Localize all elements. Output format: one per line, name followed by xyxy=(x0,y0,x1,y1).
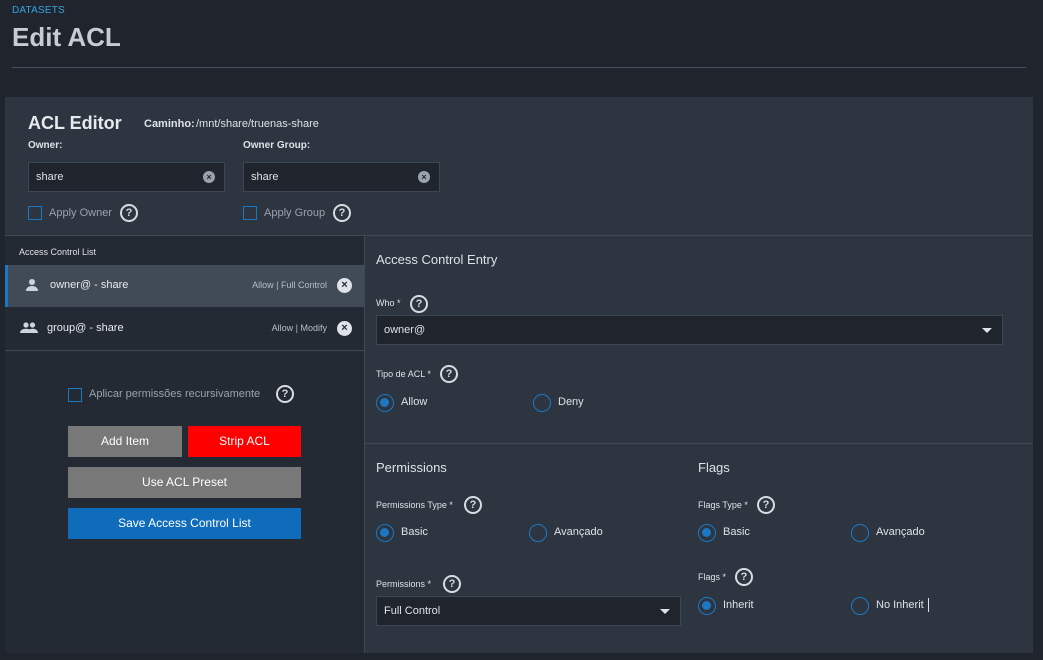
chevron-down-icon xyxy=(660,609,670,614)
permissions-type-advanced-label[interactable]: Avançado xyxy=(554,526,603,538)
owner-label: Owner: xyxy=(28,140,63,151)
permissions-type-help-icon[interactable]: ? xyxy=(464,496,482,514)
ace-title: Access Control Entry xyxy=(376,252,498,267)
acl-type-allow-radio[interactable] xyxy=(376,394,394,412)
person-icon xyxy=(25,278,39,295)
apply-group-help-icon[interactable]: ? xyxy=(333,204,351,222)
flags-inherit-radio[interactable] xyxy=(698,597,716,615)
chevron-down-icon xyxy=(982,328,992,333)
text-cursor xyxy=(928,598,929,612)
add-item-button[interactable]: Add Item xyxy=(68,426,182,457)
path-value: /mnt/share/truenas-share xyxy=(196,118,319,130)
who-label: Who * xyxy=(376,298,401,308)
acl-item-detail: Allow | Modify xyxy=(271,323,327,333)
apply-owner-checkbox[interactable] xyxy=(28,206,42,220)
acl-item-detail: Allow | Full Control xyxy=(252,280,327,290)
acl-type-help-icon[interactable]: ? xyxy=(440,365,458,383)
save-acl-button[interactable]: Save Access Control List xyxy=(68,508,301,539)
acl-type-allow-label[interactable]: Allow xyxy=(401,396,427,408)
strip-acl-button[interactable]: Strip ACL xyxy=(188,426,301,457)
acl-item-name: group@ - share xyxy=(47,322,124,334)
title-divider xyxy=(12,67,1026,68)
owner-group-label: Owner Group: xyxy=(243,140,311,151)
permissions-type-label: Permissions Type * xyxy=(376,500,453,510)
remove-item-icon[interactable]: × xyxy=(337,321,352,336)
recursive-help-icon[interactable]: ? xyxy=(276,385,294,403)
use-acl-preset-button[interactable]: Use ACL Preset xyxy=(68,467,301,498)
owner-group-input[interactable]: share × xyxy=(243,162,440,192)
path-label: Caminho: xyxy=(144,118,195,130)
permissions-type-basic-radio[interactable] xyxy=(376,524,394,542)
group-icon xyxy=(20,321,38,338)
acl-editor-title: ACL Editor xyxy=(28,113,122,133)
clear-owner-icon[interactable]: × xyxy=(203,171,215,183)
permissions-type-advanced-radio[interactable] xyxy=(529,524,547,542)
who-value: owner@ xyxy=(384,324,426,336)
apply-owner-label[interactable]: Apply Owner xyxy=(49,207,112,219)
acl-list-item-group[interactable]: group@ - share Allow | Modify × xyxy=(5,308,364,350)
permissions-help-icon[interactable]: ? xyxy=(443,575,461,593)
flags-title: Flags xyxy=(698,460,730,475)
flags-type-advanced-radio[interactable] xyxy=(851,524,869,542)
apply-owner-help-icon[interactable]: ? xyxy=(120,204,138,222)
apply-group-label[interactable]: Apply Group xyxy=(264,207,325,219)
flags-type-basic-radio[interactable] xyxy=(698,524,716,542)
apply-group-checkbox[interactable] xyxy=(243,206,257,220)
flags-type-advanced-label[interactable]: Avançado xyxy=(876,526,925,538)
permissions-value: Full Control xyxy=(384,605,441,617)
clear-owner-group-icon[interactable]: × xyxy=(418,171,430,183)
acl-list-title: Access Control List xyxy=(19,247,97,257)
acl-type-label: Tipo de ACL * xyxy=(376,369,431,379)
owner-value: share xyxy=(36,171,64,183)
who-select[interactable]: owner@ xyxy=(376,315,1003,345)
acl-type-deny-label[interactable]: Deny xyxy=(558,396,584,408)
acl-type-deny-radio[interactable] xyxy=(533,394,551,412)
page-title: Edit ACL xyxy=(12,22,121,52)
flags-type-label: Flags Type * xyxy=(698,500,748,510)
permissions-title: Permissions xyxy=(376,460,447,475)
flags-inherit-label[interactable]: Inherit xyxy=(723,599,754,611)
breadcrumb[interactable]: DATASETS xyxy=(12,5,65,16)
flags-no-inherit-radio[interactable] xyxy=(851,597,869,615)
flags-type-help-icon[interactable]: ? xyxy=(757,496,775,514)
recursive-label[interactable]: Aplicar permissões recursivamente xyxy=(89,388,260,400)
permissions-label: Permissions * xyxy=(376,579,432,589)
permissions-type-basic-label[interactable]: Basic xyxy=(401,526,428,538)
owner-group-value: share xyxy=(251,171,279,183)
acl-item-name: owner@ - share xyxy=(50,279,129,291)
flags-help-icon[interactable]: ? xyxy=(735,568,753,586)
flags-no-inherit-label[interactable]: No Inherit xyxy=(876,599,924,611)
panel-divider xyxy=(364,236,365,653)
remove-item-icon[interactable]: × xyxy=(337,278,352,293)
who-help-icon[interactable]: ? xyxy=(410,295,428,313)
flags-type-basic-label[interactable]: Basic xyxy=(723,526,750,538)
list-divider xyxy=(5,350,364,351)
recursive-checkbox[interactable] xyxy=(68,388,82,402)
owner-input[interactable]: share × xyxy=(28,162,225,192)
permissions-select[interactable]: Full Control xyxy=(376,596,681,626)
flags-label: Flags * xyxy=(698,572,727,582)
entry-divider xyxy=(365,443,1033,444)
acl-list-item-owner[interactable]: owner@ - share Allow | Full Control × xyxy=(5,265,364,307)
